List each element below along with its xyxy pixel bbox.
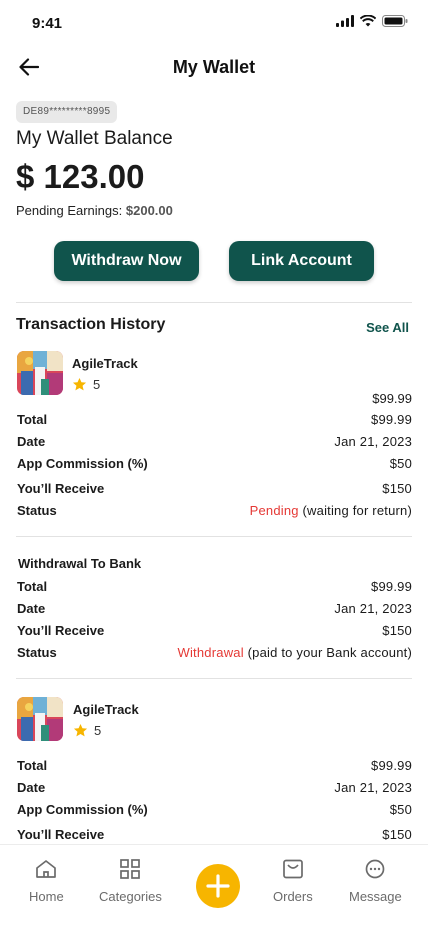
status-label: Status — [17, 502, 57, 518]
transaction-amount: $99.99 — [372, 391, 412, 406]
commission-label: App Commission (%) — [17, 455, 148, 471]
status-value: Withdrawal (paid to your Bank account) — [178, 645, 413, 660]
receive-value: $150 — [382, 480, 412, 496]
see-all-link[interactable]: See All — [366, 320, 409, 335]
divider — [16, 536, 412, 537]
app-rating: 5 — [72, 377, 100, 392]
grid-icon — [120, 859, 141, 879]
date-label: Date — [17, 779, 46, 795]
receive-label: You’ll Receive — [17, 480, 105, 496]
account-number-chip: DE89*********8995 — [16, 101, 118, 123]
row-commission: App Commission (%) $50 — [17, 800, 412, 818]
date-value: Jan 21, 2023 — [334, 433, 412, 449]
row-commission: App Commission (%) $50 — [17, 454, 412, 472]
divider — [16, 302, 412, 303]
withdraw-now-button[interactable]: Withdraw Now — [54, 241, 199, 281]
date-label: Date — [17, 600, 46, 616]
status-time: 9:41 — [32, 15, 63, 32]
withdrawal-title: Withdrawal To Bank — [18, 556, 142, 571]
app-thumbnail — [17, 697, 63, 741]
link-account-button[interactable]: Link Account — [229, 241, 374, 281]
nav-home-label: Home — [29, 889, 64, 904]
total-value: $99.99 — [371, 411, 412, 427]
row-receive: You’ll Receive $150 — [17, 621, 412, 639]
plus-icon — [206, 874, 230, 898]
status-bar: 9:41 — [0, 0, 428, 48]
commission-value: $50 — [389, 801, 412, 817]
receive-value: $150 — [382, 826, 412, 842]
commission-value: $50 — [389, 455, 412, 471]
balance-value: $ 123.00 — [16, 158, 145, 195]
date-value: Jan 21, 2023 — [334, 600, 412, 616]
divider — [16, 678, 412, 679]
status-icons — [336, 15, 408, 27]
row-date: Date Jan 21, 2023 — [17, 778, 412, 796]
row-status: Status Pending (waiting for return) — [17, 501, 412, 519]
receive-value: $150 — [382, 622, 412, 638]
nav-orders[interactable]: Orders — [273, 859, 313, 904]
app-header: My Wallet — [0, 50, 428, 86]
app-rating: 5 — [73, 723, 101, 738]
chat-bubble-icon — [366, 859, 385, 879]
pending-value: $200.00 — [125, 203, 173, 218]
row-date: Date Jan 21, 2023 — [17, 599, 412, 617]
status-value: Pending (waiting for return) — [250, 503, 412, 518]
total-label: Total — [17, 578, 48, 594]
star-icon — [72, 377, 87, 391]
receive-label: You’ll Receive — [17, 622, 105, 638]
total-label: Total — [17, 411, 48, 427]
status-note: (paid to your Bank account) — [247, 644, 412, 660]
status-text: Withdrawal — [177, 644, 244, 660]
status-note: (waiting for return) — [302, 502, 412, 518]
nav-message[interactable]: Message — [349, 859, 402, 904]
balance-label: My Wallet Balance — [16, 128, 173, 149]
add-button[interactable] — [196, 864, 240, 908]
total-value: $99.99 — [371, 578, 412, 594]
orders-icon — [283, 859, 303, 879]
app-name: AgileTrack — [72, 356, 138, 371]
row-total: Total $99.99 — [17, 410, 412, 428]
nav-categories-label: Categories — [99, 889, 162, 904]
status-label: Status — [17, 644, 57, 660]
rating-value: 5 — [93, 377, 101, 392]
row-status: Status Withdrawal (paid to your Bank acc… — [17, 643, 412, 661]
total-value: $99.99 — [371, 757, 412, 773]
pending-earnings: Pending Earnings: $200.00 — [16, 203, 173, 218]
row-date: Date Jan 21, 2023 — [17, 432, 412, 450]
wifi-icon — [360, 15, 376, 27]
pending-label: Pending Earnings: — [16, 203, 123, 218]
status-text: Pending — [249, 502, 299, 518]
nav-categories[interactable]: Categories — [99, 859, 162, 904]
nav-message-label: Message — [349, 889, 402, 904]
signal-icon — [336, 15, 354, 27]
nav-home[interactable]: Home — [29, 859, 64, 904]
date-label: Date — [17, 433, 46, 449]
nav-orders-label: Orders — [273, 889, 313, 904]
row-total: Total $99.99 — [17, 756, 412, 774]
home-icon — [36, 860, 57, 878]
row-receive: You’ll Receive $150 — [17, 825, 412, 843]
app-name: AgileTrack — [73, 702, 139, 717]
app-thumbnail — [17, 351, 63, 395]
rating-value: 5 — [94, 723, 102, 738]
receive-label: You’ll Receive — [17, 826, 105, 842]
bottom-navigation: Home Categories Orders Message — [0, 844, 428, 926]
date-value: Jan 21, 2023 — [334, 779, 412, 795]
battery-icon — [382, 15, 408, 27]
total-label: Total — [17, 757, 48, 773]
row-total: Total $99.99 — [17, 577, 412, 595]
star-icon — [73, 723, 88, 737]
commission-label: App Commission (%) — [17, 801, 148, 817]
page-title: My Wallet — [172, 57, 256, 77]
row-receive: You’ll Receive $150 — [17, 479, 412, 497]
transaction-history-title: Transaction History — [16, 316, 166, 333]
